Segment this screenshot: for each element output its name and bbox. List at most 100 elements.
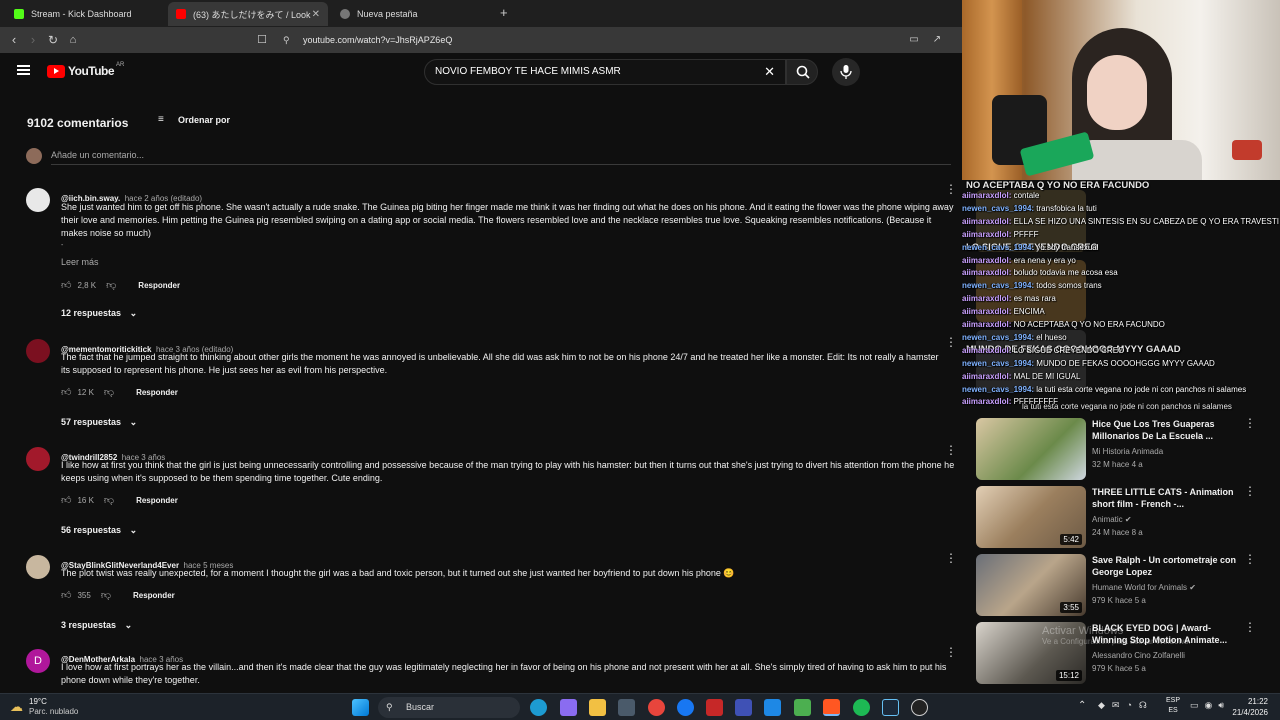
cast-icon[interactable]: ▭ <box>905 31 923 49</box>
video-item[interactable]: Hice Que Los Tres Guaperas Millonarios D… <box>976 416 1276 484</box>
avatar[interactable] <box>26 447 50 471</box>
obs-icon[interactable] <box>911 699 928 716</box>
like-icon[interactable]: 👍︎ <box>61 386 71 398</box>
app-icon-blue[interactable] <box>735 699 752 716</box>
dislike-icon[interactable]: 👎︎ <box>101 589 111 601</box>
app-icon-w[interactable] <box>706 699 723 716</box>
video-thumbnail[interactable] <box>976 418 1086 480</box>
search-button[interactable] <box>786 59 818 85</box>
more-options-icon[interactable]: ⋮ <box>945 335 957 349</box>
file-explorer-icon[interactable] <box>589 699 606 716</box>
reply-button[interactable]: Responder <box>138 281 180 290</box>
search-input[interactable]: NOVIO FEMBOY TE HACE MIMIS ASMR ✕ <box>424 59 786 85</box>
tab-new[interactable]: Nueva pestaña <box>332 2 492 26</box>
reply-button[interactable]: Responder <box>136 388 178 397</box>
more-options-icon[interactable]: ⋮ <box>1244 620 1256 634</box>
weather-desc: Parc. nublado <box>29 707 79 716</box>
video-thumbnail[interactable]: 5:42 <box>976 486 1086 548</box>
add-comment-field[interactable]: Añade un comentario... <box>51 150 951 165</box>
bookmark-icon[interactable]: ☐ <box>253 31 271 49</box>
reply-button[interactable]: Responder <box>136 496 178 505</box>
store-icon[interactable] <box>618 699 635 716</box>
youtube-logo[interactable]: YouTube AR <box>47 62 124 78</box>
tab-youtube[interactable]: (63) あたしだけをみて / Look at Me ✕ <box>168 2 328 26</box>
edge-icon[interactable] <box>530 699 547 716</box>
like-count: 2,8 K <box>77 280 97 290</box>
comment-item: @iich.bin.sway. hace 2 años (editado) Sh… <box>0 182 962 326</box>
browser-icon[interactable] <box>823 699 840 716</box>
more-options-icon[interactable]: ⋮ <box>1244 416 1256 430</box>
more-options-icon[interactable]: ⋮ <box>945 182 957 196</box>
video-channel[interactable]: Animatic ✔ <box>1092 515 1132 524</box>
new-tab-button[interactable]: + <box>500 5 508 20</box>
more-options-icon[interactable]: ⋮ <box>1244 484 1256 498</box>
tray-chevron-icon[interactable]: ⌃ <box>1078 700 1086 711</box>
more-options-icon[interactable]: ⋮ <box>945 443 957 457</box>
share-icon[interactable]: ↗ <box>928 31 946 49</box>
comments-count: 9102 comentarios <box>27 116 129 130</box>
video-duration: 5:42 <box>1060 534 1082 545</box>
video-title[interactable]: THREE LITTLE CATS - Animation short film… <box>1092 486 1242 510</box>
like-icon[interactable]: 👍︎ <box>61 279 71 291</box>
clear-search-icon[interactable]: ✕ <box>764 60 775 84</box>
video-item[interactable]: 5:42 THREE LITTLE CATS - Animation short… <box>976 484 1276 552</box>
app-icon-box[interactable] <box>764 699 781 716</box>
video-channel[interactable]: Humane World for Animals ✔ <box>1092 583 1196 592</box>
avatar[interactable] <box>26 188 50 212</box>
reload-icon[interactable]: ↻ <box>44 31 62 49</box>
menu-icon[interactable] <box>17 65 30 75</box>
back-icon[interactable]: ‹ <box>5 31 23 49</box>
video-item[interactable]: 3:55 Save Ralph - Un cortometraje con Ge… <box>976 552 1276 620</box>
steam-icon[interactable] <box>882 699 899 716</box>
video-channel[interactable]: Mi Historia Animada <box>1092 447 1163 456</box>
video-thumbnail[interactable]: 3:55 <box>976 554 1086 616</box>
minecraft-icon[interactable] <box>794 699 811 716</box>
faded-recommendations <box>976 190 1276 420</box>
like-icon[interactable]: 👍︎ <box>61 494 71 506</box>
clock[interactable]: 21:22 21/4/2026 <box>1230 696 1268 718</box>
person-face <box>1087 55 1147 130</box>
video-title[interactable]: Hice Que Los Tres Guaperas Millonarios D… <box>1092 418 1242 442</box>
dislike-icon[interactable]: 👎︎ <box>104 386 114 398</box>
facebook-icon[interactable] <box>677 699 694 716</box>
video-duration: 15:12 <box>1055 670 1082 681</box>
clock-date: 21/4/2026 <box>1232 708 1268 717</box>
replies-toggle[interactable]: 56 respuestas ⌄ <box>61 525 137 536</box>
voice-search-button[interactable] <box>832 58 860 86</box>
more-options-icon[interactable]: ⋮ <box>1244 552 1256 566</box>
close-tab-icon[interactable]: ✕ <box>312 9 320 20</box>
chrome-icon[interactable] <box>648 699 665 716</box>
home-icon[interactable]: ⌂ <box>64 31 82 49</box>
sort-button[interactable]: ≡ Ordenar por <box>158 115 230 126</box>
comment-actions: 👍︎ 2,8 K 👎︎ Responder <box>61 279 180 291</box>
person-shirt <box>1072 140 1202 180</box>
replies-toggle[interactable]: 12 respuestas ⌄ <box>61 308 137 319</box>
weather-widget[interactable]: ☁ 19°C Parc. nublado <box>10 697 78 717</box>
avatar[interactable] <box>26 555 50 579</box>
copilot-icon[interactable] <box>560 699 577 716</box>
dislike-icon[interactable]: 👎︎ <box>106 279 116 291</box>
more-options-icon[interactable]: ⋮ <box>945 551 957 565</box>
read-more-link[interactable]: Leer más <box>61 257 99 267</box>
site-info-icon[interactable]: ⚲ <box>283 30 290 50</box>
more-options-icon[interactable]: ⋮ <box>945 645 957 659</box>
replies-toggle[interactable]: 3 respuestas ⌄ <box>61 620 132 631</box>
url-field[interactable]: ⚲ youtube.com/watch?v=JhsRjAPZ6eQ <box>275 30 945 50</box>
shield-icon <box>340 9 350 19</box>
network-volume-icons[interactable]: ▭◉🔊︎ <box>1190 700 1230 711</box>
taskbar-search[interactable]: ⚲ Buscar <box>378 697 520 718</box>
spotify-icon[interactable] <box>853 699 870 716</box>
replies-toggle[interactable]: 57 respuestas ⌄ <box>61 417 137 428</box>
reply-button[interactable]: Responder <box>133 591 175 600</box>
avatar[interactable] <box>26 339 50 363</box>
dislike-icon[interactable]: 👎︎ <box>104 494 114 506</box>
language-indicator[interactable]: ESP ES <box>1166 696 1180 716</box>
video-title[interactable]: Save Ralph - Un cortometraje con George … <box>1092 554 1242 578</box>
like-icon[interactable]: 👍︎ <box>61 589 71 601</box>
start-icon[interactable] <box>352 699 369 716</box>
tab-kick[interactable]: Stream - Kick Dashboard <box>6 2 166 26</box>
tray-icons[interactable]: ◆✉◔☊ <box>1098 700 1154 711</box>
avatar[interactable]: D <box>26 649 50 673</box>
forward-icon[interactable]: › <box>24 31 42 49</box>
video-channel[interactable]: Alessandro Cino Zolfanelli <box>1092 651 1185 660</box>
